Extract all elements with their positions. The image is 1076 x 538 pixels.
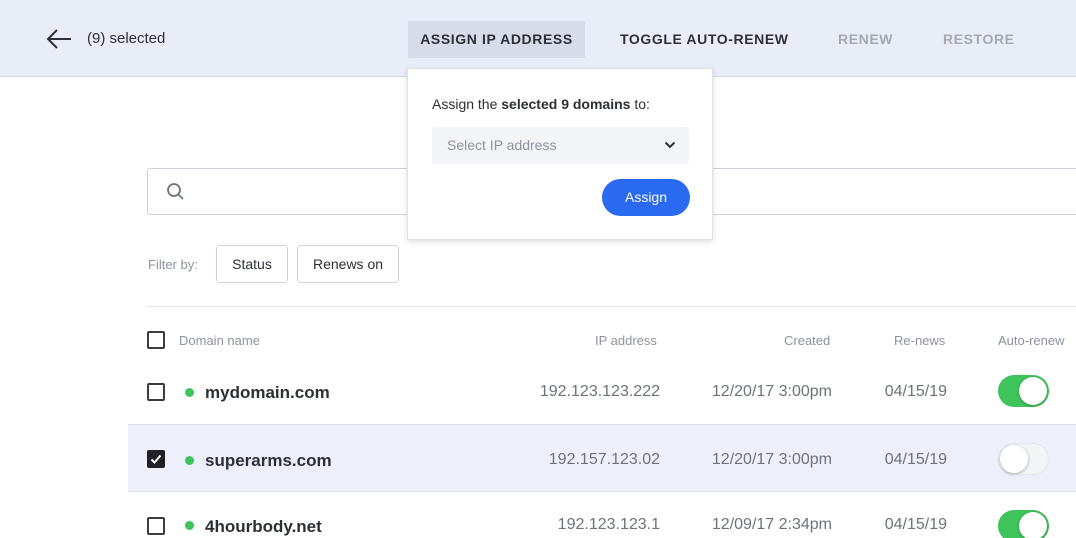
ip-address-select[interactable]: Select IP address <box>432 127 689 164</box>
popover-message: Assign the selected 9 domains to: <box>432 96 650 112</box>
toggle-knob <box>1019 377 1047 405</box>
status-dot <box>185 388 194 397</box>
assign-ip-address-button[interactable]: ASSIGN IP ADDRESS <box>408 21 585 58</box>
toggle-knob <box>1019 512 1047 538</box>
renews-date: 04/15/19 <box>884 516 947 533</box>
back-arrow-icon[interactable] <box>44 26 74 52</box>
column-header-ip: IP address <box>595 333 657 348</box>
auto-renew-toggle[interactable] <box>998 443 1049 475</box>
domain-name[interactable]: superarms.com <box>205 451 332 471</box>
table-row[interactable]: mydomain.com 192.123.123.222 12/20/17 3:… <box>128 358 1076 424</box>
table-row[interactable]: 4hourbody.net 192.123.123.1 12/09/17 2:3… <box>128 492 1076 538</box>
filter-status-button[interactable]: Status <box>216 245 288 283</box>
created-date: 12/20/17 3:00pm <box>711 383 832 400</box>
check-icon <box>150 454 162 464</box>
ip-address: 192.157.123.02 <box>548 451 660 468</box>
created-date: 12/09/17 2:34pm <box>711 516 832 533</box>
popover-text-suffix: to: <box>634 96 650 112</box>
auto-renew-toggle[interactable] <box>998 375 1049 407</box>
popover-text-bold: selected 9 domains <box>501 96 631 112</box>
filter-label: Filter by: <box>148 257 198 272</box>
toggle-auto-renew-button[interactable]: TOGGLE AUTO-RENEW <box>620 21 789 58</box>
select-all-checkbox[interactable] <box>147 331 165 349</box>
created-date: 12/20/17 3:00pm <box>711 451 832 468</box>
renews-date: 04/15/19 <box>884 451 947 468</box>
popover-text-prefix: Assign the <box>432 96 498 112</box>
row-checkbox[interactable] <box>147 383 165 401</box>
ip-address: 192.123.123.1 <box>557 516 660 533</box>
domain-name[interactable]: 4hourbody.net <box>205 517 322 537</box>
status-dot <box>185 521 194 530</box>
column-header-created: Created <box>784 333 831 348</box>
column-header-auto-renew: Auto-renew <box>998 333 1065 348</box>
table-row-selected[interactable]: superarms.com 192.157.123.02 12/20/17 3:… <box>128 424 1076 492</box>
status-dot <box>185 456 194 465</box>
assign-ip-popover: Assign the selected 9 domains to: Select… <box>407 68 713 240</box>
row-checkbox-checked[interactable] <box>147 450 165 468</box>
auto-renew-toggle[interactable] <box>998 510 1049 538</box>
assign-button[interactable]: Assign <box>602 179 690 216</box>
selected-count: (9) selected <box>87 30 166 47</box>
chevron-down-icon <box>664 141 676 149</box>
search-icon <box>166 182 186 202</box>
selection-toolbar: (9) selected ASSIGN IP ADDRESS TOGGLE AU… <box>0 0 1076 77</box>
domain-name[interactable]: mydomain.com <box>205 383 330 403</box>
renews-date: 04/15/19 <box>884 383 947 400</box>
column-header-domain: Domain name <box>179 333 260 348</box>
row-checkbox[interactable] <box>147 517 165 535</box>
renew-button[interactable]: RENEW <box>838 21 893 58</box>
divider <box>147 306 1076 307</box>
restore-button[interactable]: RESTORE <box>943 21 1015 58</box>
toggle-knob <box>1000 445 1028 473</box>
ip-address: 192.123.123.222 <box>539 383 660 400</box>
select-placeholder: Select IP address <box>447 137 557 153</box>
column-header-renews: Re-news <box>894 333 946 348</box>
filter-renews-on-button[interactable]: Renews on <box>297 245 399 283</box>
